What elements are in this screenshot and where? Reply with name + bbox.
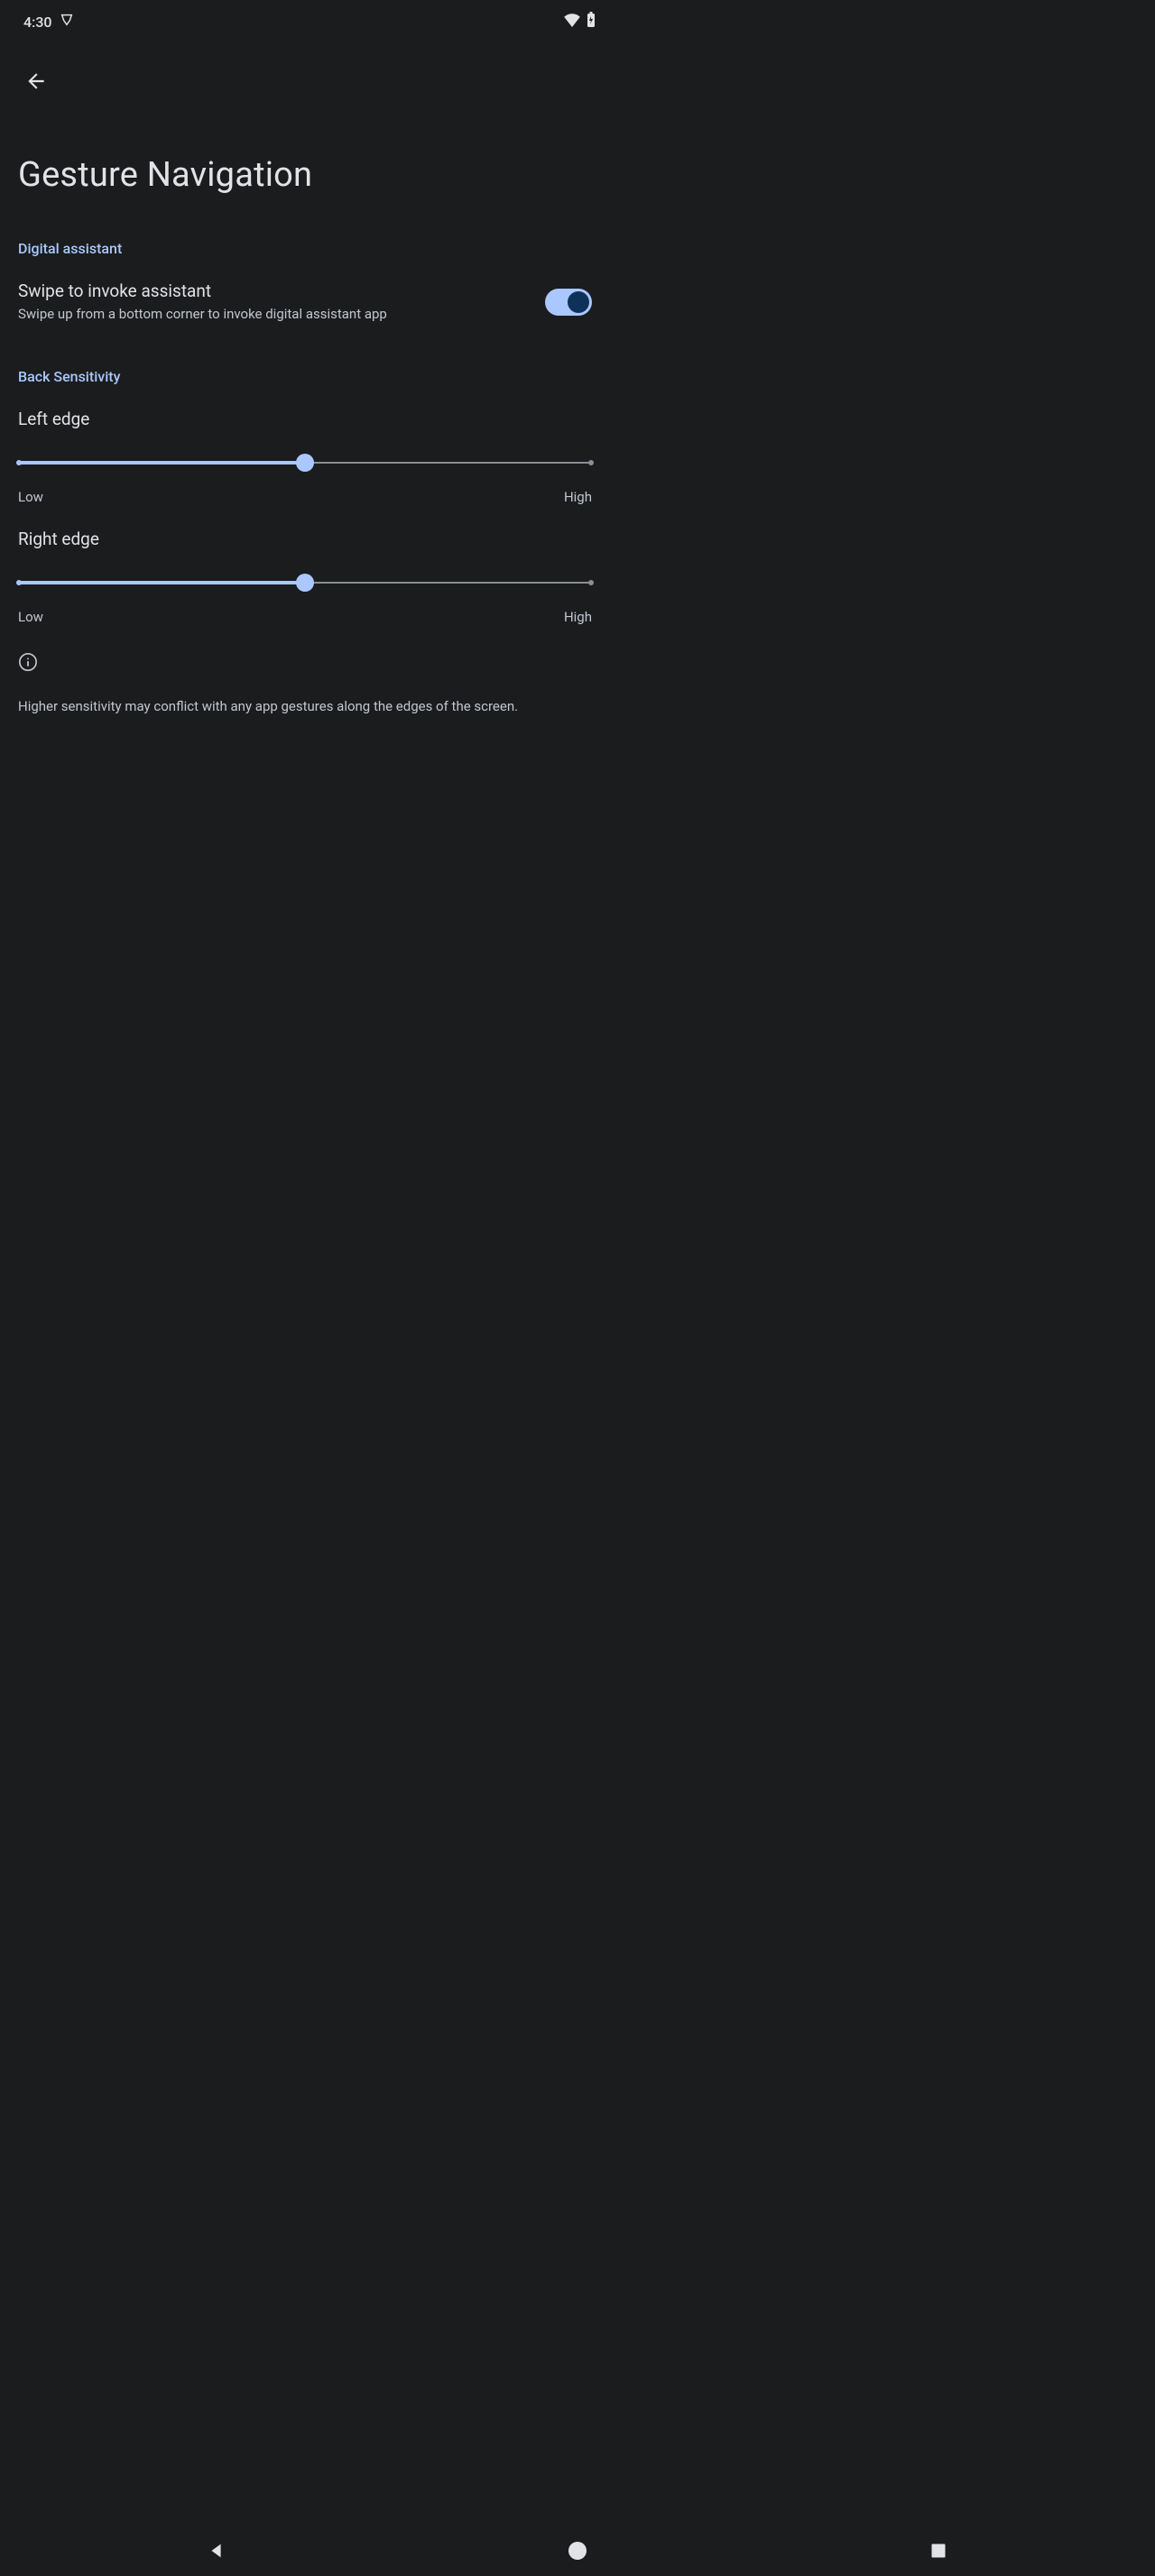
status-time: 4:30 <box>23 14 52 31</box>
slider-fill <box>18 581 305 584</box>
assistant-toggle[interactable] <box>545 289 592 316</box>
pref-swipe-assistant[interactable]: Swipe to invoke assistant Swipe up from … <box>18 281 592 323</box>
status-right <box>563 12 597 32</box>
brave-icon <box>60 13 74 31</box>
slider-tick-high <box>588 580 594 585</box>
left-edge-labels: Low High <box>18 489 592 505</box>
wifi-icon <box>563 13 581 31</box>
right-edge-labels: Low High <box>18 609 592 625</box>
nav-recent-button[interactable] <box>911 2533 966 2569</box>
right-edge-title: Right edge <box>18 529 592 549</box>
triangle-back-icon <box>207 2541 226 2561</box>
content: Digital assistant Swipe to invoke assist… <box>0 240 610 716</box>
left-edge-block: Left edge Low High <box>18 409 592 505</box>
left-edge-slider[interactable] <box>18 456 592 469</box>
switch-thumb <box>568 291 589 313</box>
right-edge-slider[interactable] <box>18 576 592 589</box>
square-recent-icon <box>929 2542 947 2560</box>
left-edge-title: Left edge <box>18 409 592 429</box>
circle-home-icon <box>567 2540 588 2562</box>
label-high: High <box>564 489 592 505</box>
arrow-back-icon <box>24 69 48 93</box>
nav-home-button[interactable] <box>550 2533 605 2569</box>
status-left: 4:30 <box>23 13 74 31</box>
slider-fill <box>18 461 305 465</box>
section-header-assistant: Digital assistant <box>18 240 592 257</box>
pref-text: Swipe to invoke assistant Swipe up from … <box>18 281 531 323</box>
page-title: Gesture Navigation <box>18 155 596 195</box>
status-bar: 4:30 <box>0 0 610 43</box>
section-header-back-sensitivity: Back Sensitivity <box>18 368 592 385</box>
slider-thumb[interactable] <box>296 574 314 592</box>
info-text: Higher sensitivity may conflict with any… <box>18 697 592 716</box>
info-block: Higher sensitivity may conflict with any… <box>18 652 592 716</box>
info-icon <box>18 658 38 676</box>
pref-subtitle: Swipe up from a bottom corner to invoke … <box>18 305 531 323</box>
label-high: High <box>564 609 592 625</box>
app-bar: Gesture Navigation <box>0 43 610 195</box>
navigation-bar <box>0 2525 1155 2576</box>
label-low: Low <box>18 489 43 505</box>
slider-tick-high <box>588 460 594 465</box>
right-edge-block: Right edge Low High <box>18 529 592 625</box>
slider-thumb[interactable] <box>296 454 314 472</box>
back-button[interactable] <box>14 60 58 103</box>
pref-title: Swipe to invoke assistant <box>18 281 531 301</box>
battery-icon <box>585 12 597 32</box>
nav-back-button[interactable] <box>189 2533 244 2569</box>
label-low: Low <box>18 609 43 625</box>
